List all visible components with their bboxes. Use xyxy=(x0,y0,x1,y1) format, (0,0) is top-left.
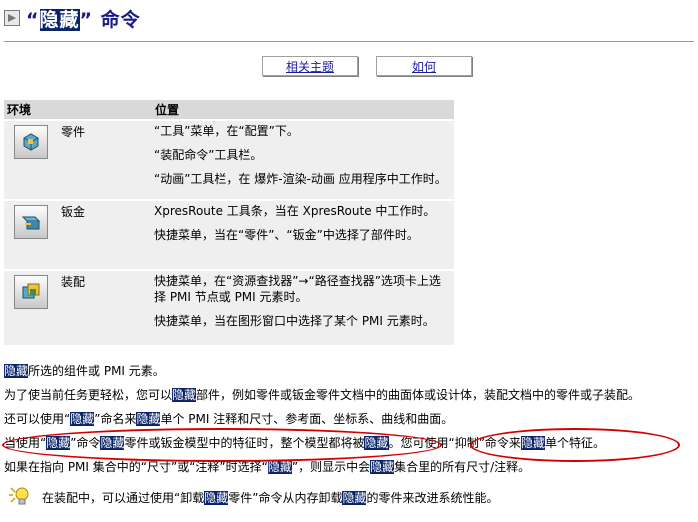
table-row: 钣金 XpresRoute 工具条，当在 XpresRoute 中工作时。 快捷… xyxy=(4,199,454,269)
tip-text: 在装配中，可以通过使用“卸载隐藏零件”命令从内存卸载隐藏的零件来改进系统性能。 xyxy=(42,491,499,505)
annotation-ellipse-right xyxy=(470,428,680,462)
env-header: 环境 xyxy=(4,100,152,119)
annotation-ellipse-left xyxy=(2,428,442,462)
assembly-icon xyxy=(14,275,48,309)
description-line: 为了使当前任务更轻松，您可以隐藏部件，例如零件或钣金零件文档中的曲面体或设计体，… xyxy=(4,388,641,402)
environment-table: 环境 位置 零件 “工具”菜单，在“配置”下。 “装配命令”工具栏。 “动画”工… xyxy=(4,100,454,345)
env-name: 装配 xyxy=(58,269,152,345)
env-name: 零件 xyxy=(58,119,152,199)
related-topics-button[interactable]: 相关主题 xyxy=(262,56,358,76)
how-to-button[interactable]: 如何 xyxy=(376,56,472,76)
env-name: 钣金 xyxy=(58,199,152,269)
location-cell: 快捷菜单，在“资源查找器”→“路径查找器”选项卡上选择 PMI 节点或 PMI … xyxy=(152,269,454,345)
sheet-metal-icon xyxy=(14,205,48,239)
part-icon xyxy=(14,125,48,159)
location-cell: XpresRoute 工具条，当在 XpresRoute 中工作时。 快捷菜单，… xyxy=(152,199,454,269)
description-line: 隐藏所选的组件或 PMI 元素。 xyxy=(4,364,165,378)
help-page-icon xyxy=(4,10,20,26)
page-title: “隐藏” 命令 xyxy=(26,8,141,31)
location-cell: “工具”菜单，在“配置”下。 “装配命令”工具栏。 “动画”工具栏，在 爆炸-渲… xyxy=(152,119,454,199)
description-line: 还可以使用“隐藏”命名来隐藏单个 PMI 注释和尺寸、参考面、坐标系、曲线和曲面… xyxy=(4,412,454,426)
tip-note: 在装配中，可以通过使用“卸载隐藏零件”命令从内存卸载隐藏的零件来改进系统性能。 xyxy=(8,486,498,509)
lightbulb-icon xyxy=(8,486,30,509)
table-row: 装配 快捷菜单，在“资源查找器”→“路径查找器”选项卡上选择 PMI 节点或 P… xyxy=(4,269,454,345)
title-divider xyxy=(4,41,694,42)
table-row: 零件 “工具”菜单，在“配置”下。 “装配命令”工具栏。 “动画”工具栏，在 爆… xyxy=(4,119,454,199)
page-header: “隐藏” 命令 xyxy=(4,4,141,32)
loc-header: 位置 xyxy=(152,100,454,119)
